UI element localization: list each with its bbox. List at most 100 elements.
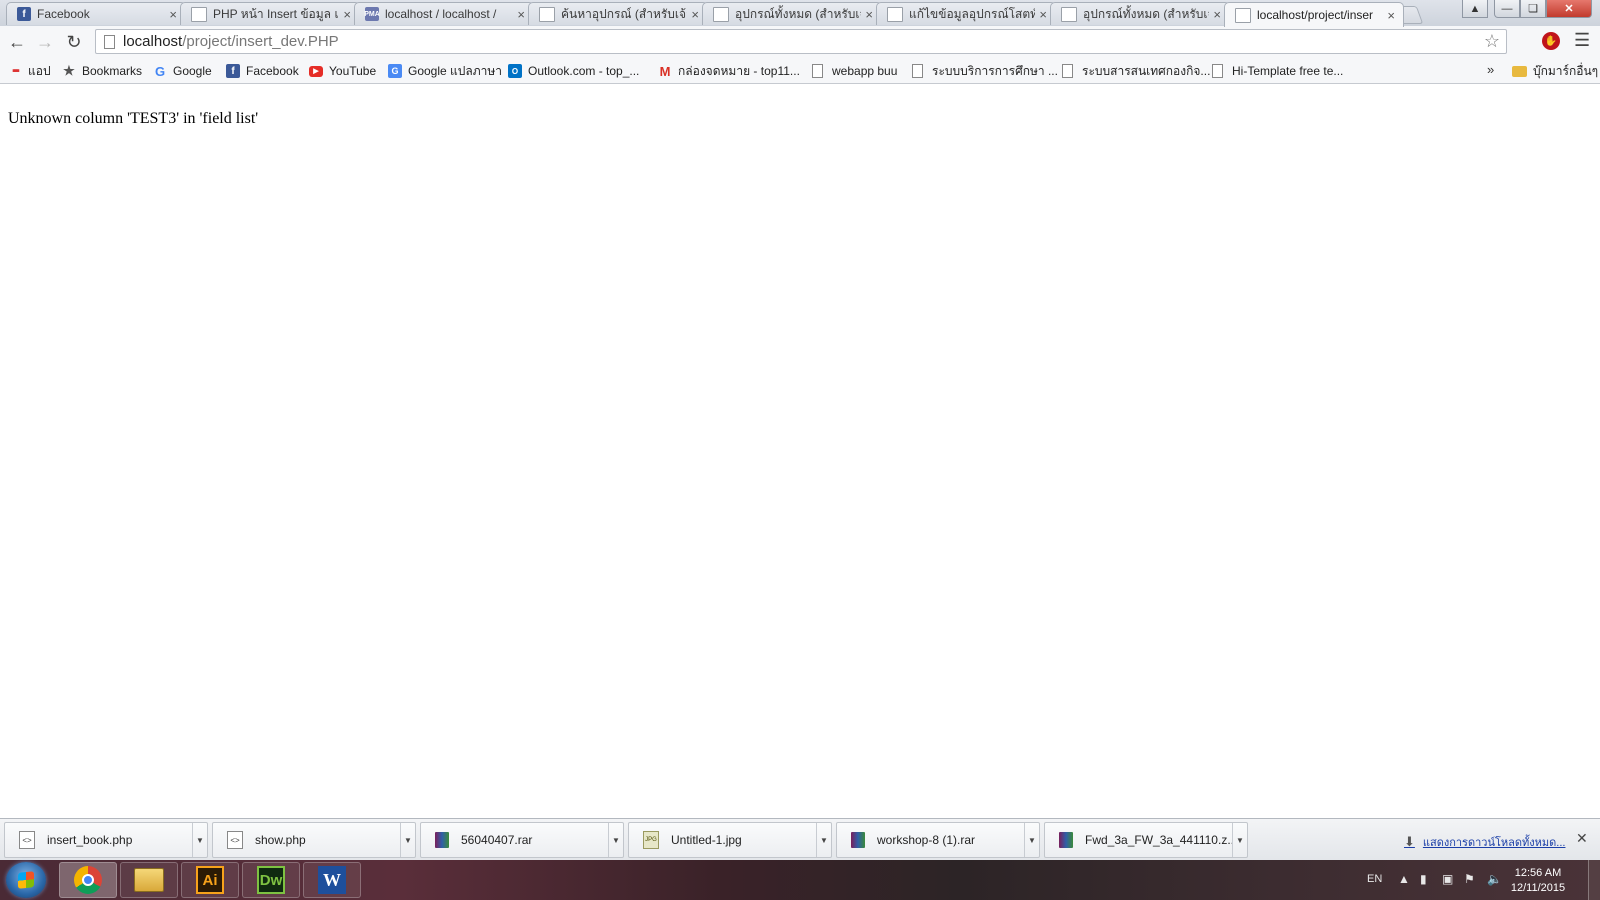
bookmark-hi-template[interactable]: Hi-Template free te... — [1212, 62, 1343, 80]
page-icon — [191, 6, 207, 22]
download-item[interactable]: 56040407.rar ▼ — [420, 822, 624, 858]
close-icon[interactable]: × — [865, 8, 873, 21]
php-file-icon: <> — [227, 831, 243, 849]
close-icon[interactable]: × — [1213, 8, 1221, 21]
gmail-icon: M — [659, 63, 671, 79]
clock-time: 12:56 AM — [1514, 867, 1562, 879]
tab-phpmyadmin[interactable]: PMA localhost / localhost / × — [354, 2, 534, 25]
bookmark-apps[interactable]: ▪▪▪ แอป — [8, 62, 50, 80]
download-item[interactable]: Fwd_3a_FW_3a_441110.z... ▼ — [1044, 822, 1248, 858]
start-button[interactable] — [6, 862, 46, 898]
tab-title: แก้ไขข้อมูลอุปกรณ์โสตทัศ — [909, 6, 1036, 21]
maximize-button[interactable]: ❏ — [1520, 0, 1546, 18]
bookmark-label: Google แปลภาษา — [408, 63, 503, 78]
chevron-down-icon[interactable]: ▼ — [192, 823, 207, 857]
chevron-down-icon[interactable]: ▼ — [816, 823, 831, 857]
close-icon[interactable]: × — [343, 8, 351, 21]
download-item[interactable]: <> insert_book.php ▼ — [4, 822, 208, 858]
tab-search-equipment[interactable]: ค้นหาอุปกรณ์ (สำหรับเจ้าห × — [528, 2, 708, 25]
taskbar-app-chrome[interactable] — [59, 862, 117, 898]
close-icon[interactable]: × — [1039, 8, 1047, 21]
language-indicator[interactable]: EN — [1367, 873, 1382, 885]
chevron-down-icon[interactable]: ▼ — [400, 823, 415, 857]
star-icon: ★ — [63, 63, 75, 78]
bookmark-star-icon[interactable]: ☆ — [1484, 31, 1500, 52]
clock-date: 12/11/2015 — [1510, 882, 1566, 894]
forward-arrow-icon[interactable]: → — [33, 30, 57, 54]
rar-archive-icon — [851, 832, 865, 848]
bookmark-label: webapp buu — [832, 64, 898, 78]
bookmark-youtube[interactable]: ▶ YouTube — [309, 62, 376, 80]
close-icon[interactable]: × — [691, 8, 699, 21]
chevron-down-icon[interactable]: ▼ — [1232, 823, 1247, 857]
back-arrow-icon[interactable]: ← — [5, 30, 29, 54]
chevron-down-icon[interactable]: ▼ — [1024, 823, 1039, 857]
adblock-extension-icon[interactable]: ✋ — [1542, 32, 1560, 50]
bookmarks-overflow-chevron-icon[interactable]: » — [1487, 62, 1494, 77]
close-icon[interactable]: × — [1387, 9, 1395, 22]
tab-edit-equipment[interactable]: แก้ไขข้อมูลอุปกรณ์โสตทัศ × — [876, 2, 1056, 25]
bookmark-education-service[interactable]: ระบบบริการการศึกษา ... — [912, 62, 1058, 80]
page-icon — [912, 64, 923, 78]
other-bookmarks[interactable]: บุ๊กมาร์กอื่นๆ — [1512, 62, 1598, 80]
download-item[interactable]: workshop-8 (1).rar ▼ — [836, 822, 1040, 858]
mysql-error-message: Unknown column 'TEST3' in 'field list' — [8, 110, 259, 127]
folder-icon — [134, 868, 164, 892]
bookmark-info-system[interactable]: ระบบสารสนเทศกองกิจ... — [1062, 62, 1210, 80]
bookmark-gmail[interactable]: M กล่องจดหมาย - top11... — [658, 62, 800, 80]
taskbar-app-word[interactable]: W — [303, 862, 361, 898]
tab-title: อุปกรณ์ทั้งหมด (สำหรับเจ้ — [735, 6, 862, 21]
close-icon[interactable]: × — [517, 8, 525, 21]
bookmark-webapp-buu[interactable]: webapp buu — [812, 62, 897, 80]
bookmark-label: Google — [173, 64, 212, 78]
download-item[interactable]: <> show.php ▼ — [212, 822, 416, 858]
close-window-button[interactable]: ✕ — [1546, 0, 1592, 18]
tab-all-equipment[interactable]: อุปกรณ์ทั้งหมด (สำหรับเจ้ × — [702, 2, 882, 25]
bookmark-bookmarks[interactable]: ★ Bookmarks — [62, 62, 142, 80]
taskbar-app-explorer[interactable] — [120, 862, 178, 898]
tab-active-insert-dev[interactable]: localhost/project/inser × — [1224, 2, 1404, 27]
bookmarks-bar: ▪▪▪ แอป ★ Bookmarks G Google f Facebook … — [0, 58, 1600, 84]
tab-php-insert[interactable]: PHP หน้า Insert ข้อมูล แ × — [180, 2, 360, 25]
tab-title: Facebook — [37, 7, 90, 21]
chevron-down-icon[interactable]: ▼ — [608, 823, 623, 857]
reload-icon[interactable]: ↻ — [62, 30, 86, 54]
volume-speaker-icon[interactable]: 🔈 — [1487, 872, 1502, 886]
rar-archive-icon — [435, 832, 449, 848]
bookmark-google-translate[interactable]: G Google แปลภาษา — [388, 62, 502, 80]
browser-toolbar: ← → ↻ localhost/project/insert_dev.PHP ☆ — [0, 26, 1600, 58]
tab-all-equipment-2[interactable]: อุปกรณ์ทั้งหมด (สำหรับเจ้ × — [1050, 2, 1230, 25]
show-hidden-icons-chevron-icon[interactable]: ▲ — [1398, 872, 1410, 886]
taskbar-app-dreamweaver[interactable]: Dw — [242, 862, 300, 898]
show-all-downloads-link[interactable]: ⬇ แสดงการดาวน์โหลดทั้งหมด... — [1404, 833, 1565, 851]
bookmark-label: ระบบสารสนเทศกองกิจ... — [1082, 63, 1211, 78]
device-icon[interactable]: ▣ — [1442, 872, 1453, 886]
download-filename: workshop-8 (1).rar — [877, 833, 976, 847]
bookmark-label: Hi-Template free te... — [1232, 64, 1344, 78]
chrome-menu-icon[interactable]: ☰ — [1574, 30, 1590, 51]
close-icon[interactable]: ✕ — [1576, 830, 1588, 847]
dreamweaver-icon: Dw — [257, 866, 285, 894]
bookmark-facebook[interactable]: f Facebook — [226, 62, 299, 80]
close-icon[interactable]: × — [169, 8, 177, 21]
minimize-button[interactable]: — — [1494, 0, 1520, 18]
user-profile-icon[interactable]: ▲ — [1462, 0, 1488, 18]
bookmark-outlook[interactable]: O Outlook.com - top_... — [508, 62, 639, 80]
google-translate-icon: G — [388, 64, 402, 78]
facebook-icon: f — [226, 64, 240, 78]
show-desktop-button[interactable] — [1588, 860, 1600, 900]
show-all-downloads-label: แสดงการดาวน์โหลดทั้งหมด... — [1422, 837, 1566, 849]
google-icon: G — [154, 63, 166, 79]
bookmark-google[interactable]: G Google — [153, 62, 212, 80]
action-center-flag-icon[interactable]: ⚑ — [1464, 872, 1475, 886]
tab-title: อุปกรณ์ทั้งหมด (สำหรับเจ้ — [1083, 6, 1210, 21]
network-signal-icon[interactable]: ▮ — [1420, 872, 1427, 886]
download-item[interactable]: JPG Untitled-1.jpg ▼ — [628, 822, 832, 858]
taskbar-app-illustrator[interactable]: Ai — [181, 862, 239, 898]
chrome-icon — [74, 866, 102, 894]
word-icon: W — [318, 866, 346, 894]
tab-facebook[interactable]: f Facebook × — [6, 2, 186, 25]
system-clock[interactable]: 12:56 AM 12/11/2015 — [1508, 866, 1568, 896]
address-bar[interactable]: localhost/project/insert_dev.PHP ☆ — [95, 29, 1507, 54]
folder-icon — [1512, 65, 1527, 77]
